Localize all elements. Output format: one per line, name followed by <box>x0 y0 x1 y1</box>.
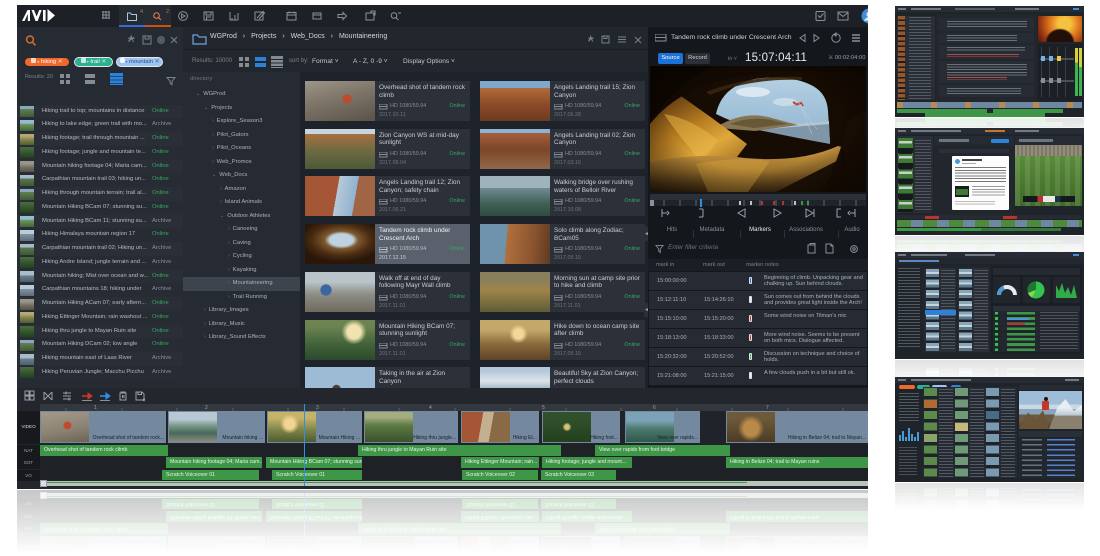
svg-text:2: 2 <box>166 9 169 15</box>
svg-text:4: 4 <box>140 9 143 15</box>
